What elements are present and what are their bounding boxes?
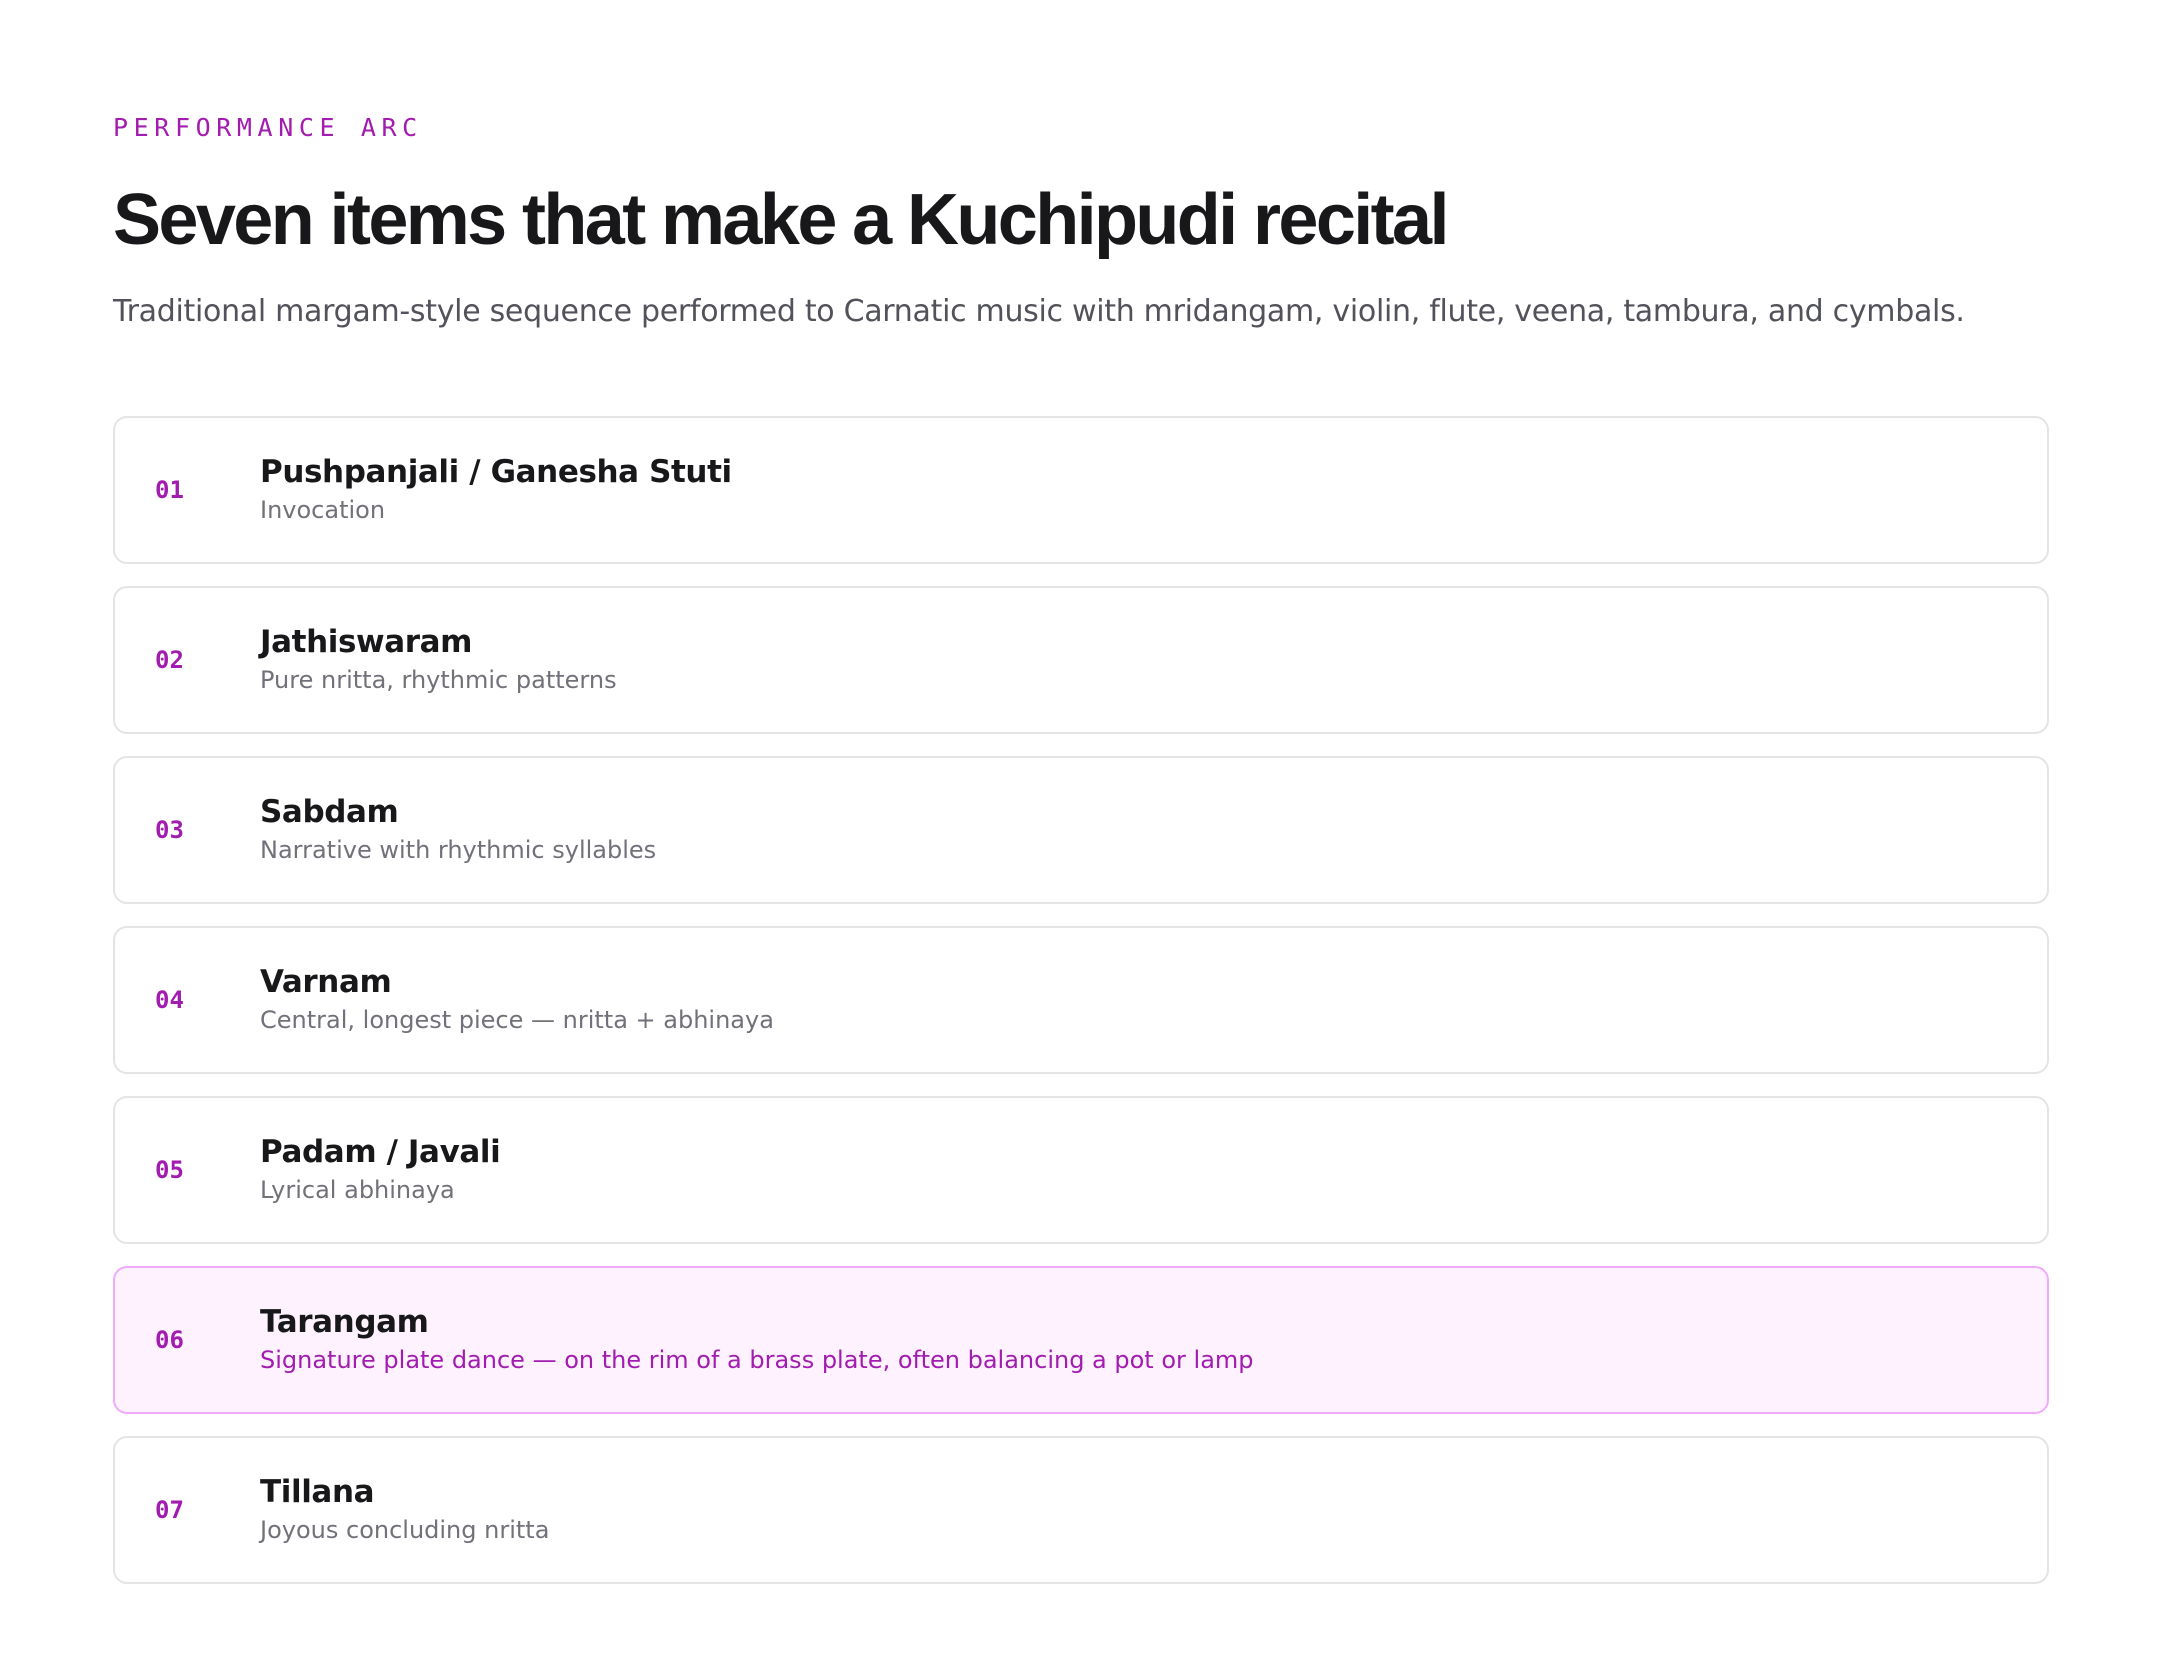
eyebrow-label: PERFORMANCE ARC: [113, 113, 423, 142]
item-description: Invocation: [260, 496, 386, 524]
item-number: 06: [155, 1326, 184, 1354]
item-name: Jathiswaram: [260, 624, 473, 660]
item-name: Tarangam: [260, 1304, 429, 1340]
item-description: Pure nritta, rhythmic patterns: [260, 666, 617, 694]
recital-item-5: 05 Padam / Javali Lyrical abhinaya: [113, 1096, 2049, 1244]
item-text: Padam / Javali Lyrical abhinaya: [260, 1132, 501, 1206]
item-number: 05: [155, 1156, 184, 1184]
item-name: Tillana: [260, 1474, 375, 1510]
item-text: Jathiswaram Pure nritta, rhythmic patter…: [260, 622, 617, 696]
item-text: Tillana Joyous concluding nritta: [260, 1472, 549, 1546]
recital-item-2: 02 Jathiswaram Pure nritta, rhythmic pat…: [113, 586, 2049, 734]
recital-item-4: 04 Varnam Central, longest piece — nritt…: [113, 926, 2049, 1074]
item-description: Lyrical abhinaya: [260, 1176, 455, 1204]
page-subtitle: Traditional margam-style sequence perfor…: [113, 294, 1965, 329]
item-description: Joyous concluding nritta: [260, 1516, 550, 1544]
item-text: Sabdam Narrative with rhythmic syllables: [260, 792, 656, 866]
item-name: Varnam: [260, 964, 392, 1000]
recital-item-7: 07 Tillana Joyous concluding nritta: [113, 1436, 2049, 1584]
recital-item-1: 01 Pushpanjali / Ganesha Stuti Invocatio…: [113, 416, 2049, 564]
item-number: 07: [155, 1496, 184, 1524]
item-name: Sabdam: [260, 794, 399, 830]
recital-item-6-highlighted: 06 Tarangam Signature plate dance — on t…: [113, 1266, 2049, 1414]
item-text: Varnam Central, longest piece — nritta +…: [260, 962, 774, 1036]
item-number: 03: [155, 816, 184, 844]
item-number: 01: [155, 476, 184, 504]
item-number: 04: [155, 986, 184, 1014]
page-title: Seven items that make a Kuchipudi recita…: [113, 180, 1450, 260]
item-name: Pushpanjali / Ganesha Stuti: [260, 454, 732, 490]
item-description: Signature plate dance — on the rim of a …: [260, 1346, 1254, 1374]
item-text: Pushpanjali / Ganesha Stuti Invocation: [260, 452, 732, 526]
page: PERFORMANCE ARC Seven items that make a …: [0, 0, 2160, 1668]
recital-item-list: 01 Pushpanjali / Ganesha Stuti Invocatio…: [113, 416, 2049, 1584]
recital-item-3: 03 Sabdam Narrative with rhythmic syllab…: [113, 756, 2049, 904]
item-number: 02: [155, 646, 184, 674]
item-description: Narrative with rhythmic syllables: [260, 836, 657, 864]
item-name: Padam / Javali: [260, 1134, 501, 1170]
item-text: Tarangam Signature plate dance — on the …: [260, 1302, 1254, 1376]
item-description: Central, longest piece — nritta + abhina…: [260, 1006, 774, 1034]
